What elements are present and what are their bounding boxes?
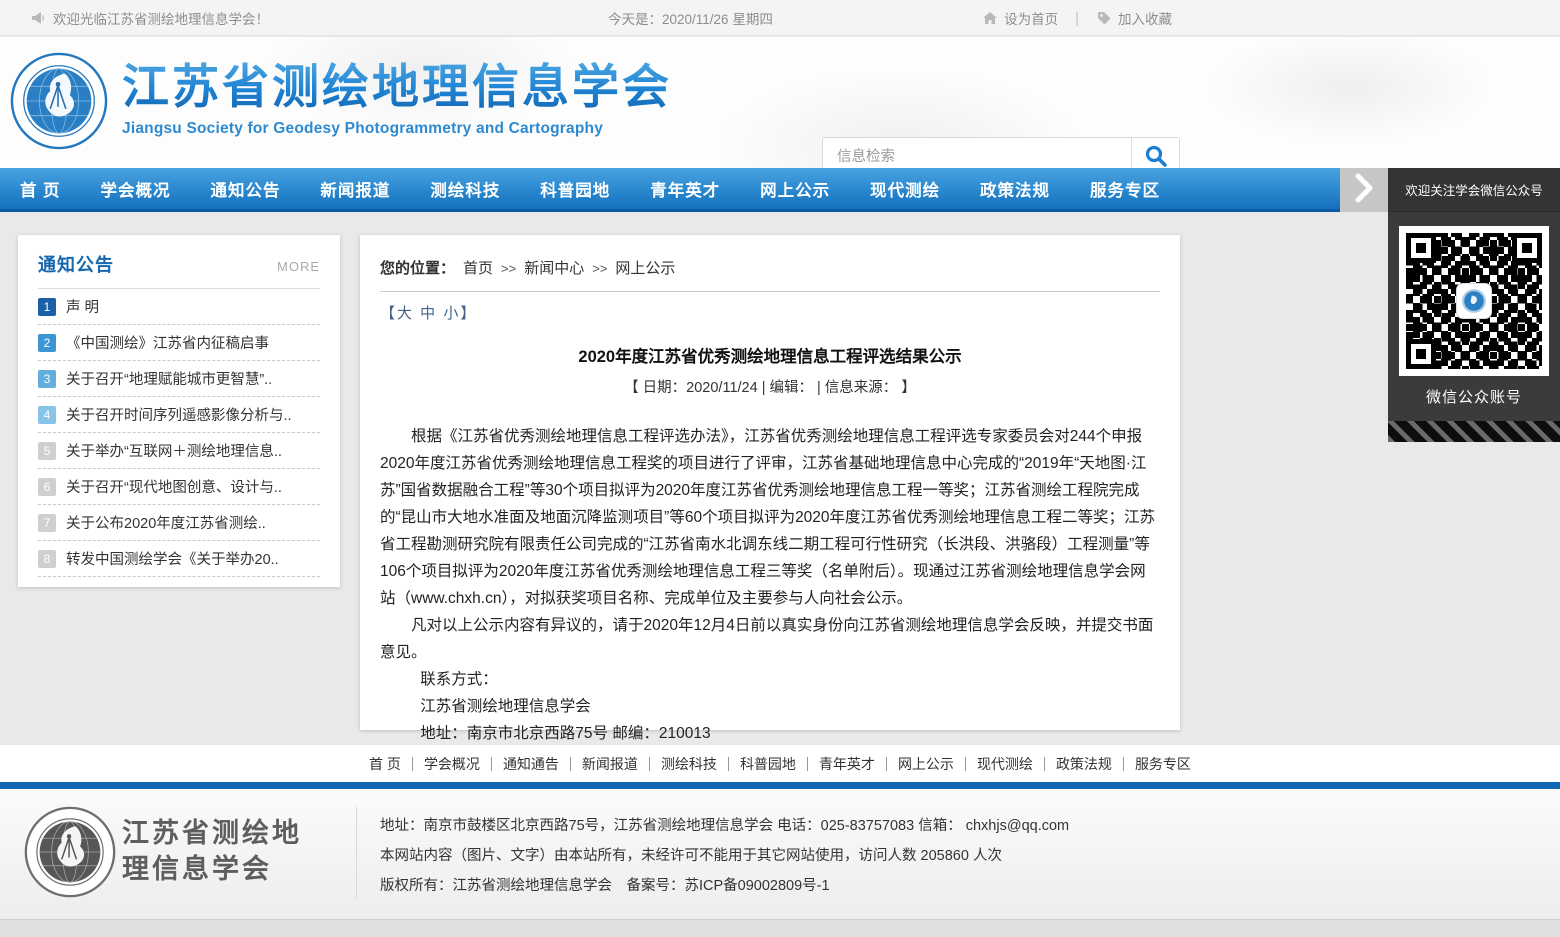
notice-rank-badge: 7 bbox=[38, 514, 56, 532]
contact-line: 江苏省测绘地理信息学会 bbox=[420, 693, 1160, 720]
nav-item-notices[interactable]: 通知公告 bbox=[210, 177, 280, 201]
footer-logo bbox=[24, 806, 116, 898]
qr-center-logo-icon bbox=[1456, 283, 1492, 319]
footer-logo-text: 江苏省测绘地 理信息学会 bbox=[122, 815, 302, 887]
notice-sidebar: 通知公告 MORE 1声 明 2《中国测绘》江苏省内征稿启事 3关于召开“地理赋… bbox=[18, 235, 340, 587]
wechat-panel-title: 欢迎关注学会微信公众号 bbox=[1388, 168, 1560, 212]
footer-divider bbox=[356, 807, 357, 899]
nav-item-modern[interactable]: 现代测绘 bbox=[870, 177, 940, 201]
footer-nav-item[interactable]: 服务专区 bbox=[1124, 757, 1202, 771]
search-icon bbox=[1144, 144, 1168, 171]
article-paragraph: 根据《江苏省优秀测绘地理信息工程评选办法》，江苏省优秀测绘地理信息工程评选专家委… bbox=[380, 423, 1160, 612]
wechat-qr-code bbox=[1399, 226, 1549, 376]
breadcrumb-label: 您的位置： bbox=[380, 260, 455, 277]
notice-item[interactable]: 2《中国测绘》江苏省内征稿启事 bbox=[38, 325, 320, 361]
nav-item-news[interactable]: 新闻报道 bbox=[320, 177, 390, 201]
footer-nav: 首 页 学会概况 通知通告 新闻报道 测绘科技 科普园地 青年英才 网上公示 现… bbox=[0, 745, 1560, 782]
notice-item[interactable]: 3关于召开“地理赋能城市更智慧”.. bbox=[38, 361, 320, 397]
bottom-strip bbox=[0, 919, 1560, 937]
breadcrumb-separator: >> bbox=[501, 261, 516, 276]
contact-line: 地址：南京市北京西路75号 邮编：210013 bbox=[420, 720, 1160, 747]
nav-item-service[interactable]: 服务专区 bbox=[1090, 177, 1160, 201]
site-header: 江苏省测绘地理信息学会 Jiangsu Society for Geodesy … bbox=[0, 37, 1560, 168]
topbar: 欢迎光临江苏省测绘地理信息学会！ 今天是：2020/11/26 星期四 设为首页… bbox=[0, 0, 1560, 36]
notice-item[interactable]: 7关于公布2020年度江苏省测绘.. bbox=[38, 505, 320, 541]
breadcrumb-newscenter-link[interactable]: 新闻中心 bbox=[524, 260, 584, 277]
tag-icon bbox=[1096, 10, 1112, 26]
notice-rank-badge: 6 bbox=[38, 478, 56, 496]
notice-rank-badge: 3 bbox=[38, 370, 56, 388]
notice-rank-badge: 4 bbox=[38, 406, 56, 424]
nav-item-science[interactable]: 科普园地 bbox=[540, 177, 610, 201]
carousel-next-button[interactable] bbox=[1340, 168, 1388, 212]
footer-nav-item[interactable]: 测绘科技 bbox=[650, 757, 729, 771]
notice-rank-badge: 1 bbox=[38, 298, 56, 316]
megaphone-icon bbox=[30, 10, 46, 26]
footer-icp-line: 版权所有：江苏省测绘地理信息学会 备案号：苏ICP备09002809号-1 bbox=[380, 871, 1069, 901]
notice-rank-badge: 8 bbox=[38, 550, 56, 568]
notice-item[interactable]: 6关于召开“现代地图创意、设计与.. bbox=[38, 469, 320, 505]
nav-item-youth[interactable]: 青年英才 bbox=[650, 177, 720, 201]
footer-nav-item[interactable]: 政策法规 bbox=[1045, 757, 1124, 771]
site-logo[interactable] bbox=[10, 52, 108, 150]
topbar-divider: | bbox=[1075, 10, 1079, 27]
article-title: 2020年度江苏省优秀测绘地理信息工程评选结果公示 bbox=[380, 343, 1160, 367]
notice-rank-badge: 2 bbox=[38, 334, 56, 352]
footer-nav-item[interactable]: 现代测绘 bbox=[966, 757, 1045, 771]
nav-item-policy[interactable]: 政策法规 bbox=[980, 177, 1050, 201]
home-icon bbox=[982, 10, 998, 26]
footer-nav-item[interactable]: 学会概况 bbox=[413, 757, 492, 771]
page: 欢迎光临江苏省测绘地理信息学会！ 今天是：2020/11/26 星期四 设为首页… bbox=[0, 0, 1560, 937]
wechat-panel: 欢迎关注学会微信公众号 微信公众账号 bbox=[1388, 168, 1560, 442]
breadcrumb-public-link[interactable]: 网上公示 bbox=[615, 260, 675, 277]
notice-item[interactable]: 5关于举办“互联网＋测绘地理信息.. bbox=[38, 433, 320, 469]
sidebar-more-link[interactable]: MORE bbox=[277, 259, 320, 274]
footer-nav-item[interactable]: 网上公示 bbox=[887, 757, 966, 771]
sidebar-title: 通知公告 bbox=[38, 251, 114, 277]
add-favorite-link[interactable]: 加入收藏 bbox=[1096, 8, 1172, 28]
notice-item[interactable]: 8转发中国测绘学会《关于举办20.. bbox=[38, 541, 320, 577]
nav-item-home[interactable]: 首 页 bbox=[20, 177, 61, 201]
nav-item-public[interactable]: 网上公示 bbox=[760, 177, 830, 201]
qr-finder-icon bbox=[1406, 339, 1436, 369]
notice-item[interactable]: 4关于召开时间序列遥感影像分析与.. bbox=[38, 397, 320, 433]
article-paragraph: 凡对以上公示内容有异议的，请于2020年12月4日前以真实身份向江苏省测绘地理信… bbox=[380, 612, 1160, 666]
stripe-decoration bbox=[1388, 421, 1560, 442]
contact-line: 联系方式： bbox=[420, 666, 1160, 693]
article-panel: 您的位置： 首页 >> 新闻中心 >> 网上公示 【大 中 小】 2020年度江苏省优秀测… bbox=[360, 235, 1180, 730]
footer-info: 地址：南京市鼓楼区北京西路75号，江苏省测绘地理信息学会 电话：025-8375… bbox=[380, 811, 1069, 901]
article-meta: 【 日期：2020/11/24 | 编辑： | 信息来源： 】 bbox=[380, 376, 1160, 397]
breadcrumb-home-link[interactable]: 首页 bbox=[463, 260, 493, 277]
site-subtitle: Jiangsu Society for Geodesy Photogrammet… bbox=[122, 120, 672, 138]
breadcrumb-divider bbox=[380, 291, 1160, 292]
font-size-controls[interactable]: 【大 中 小】 bbox=[380, 302, 1160, 323]
footer-accent-bar bbox=[0, 782, 1560, 789]
breadcrumb: 您的位置： 首页 >> 新闻中心 >> 网上公示 bbox=[380, 257, 1160, 278]
site-footer: 江苏省测绘地 理信息学会 地址：南京市鼓楼区北京西路75号，江苏省测绘地理信息学… bbox=[0, 789, 1560, 919]
notice-rank-badge: 5 bbox=[38, 442, 56, 460]
wechat-caption: 微信公众账号 bbox=[1388, 386, 1560, 407]
nav-item-tech[interactable]: 测绘科技 bbox=[430, 177, 500, 201]
set-home-link[interactable]: 设为首页 bbox=[982, 8, 1058, 28]
footer-nav-item[interactable]: 青年英才 bbox=[808, 757, 887, 771]
footer-nav-item[interactable]: 新闻报道 bbox=[571, 757, 650, 771]
breadcrumb-separator: >> bbox=[592, 261, 607, 276]
footer-address-line: 地址：南京市鼓楼区北京西路75号，江苏省测绘地理信息学会 电话：025-8375… bbox=[380, 811, 1069, 841]
chevron-right-icon bbox=[1354, 173, 1374, 208]
footer-nav-item[interactable]: 通知通告 bbox=[492, 757, 571, 771]
nav-item-about[interactable]: 学会概况 bbox=[101, 177, 171, 201]
footer-nav-item[interactable]: 科普园地 bbox=[729, 757, 808, 771]
site-title: 江苏省测绘地理信息学会 bbox=[122, 55, 672, 118]
footer-copyright-notice: 本网站内容（图片、文字）由本站所有，未经许可不能用于其它网站使用，访问人数 20… bbox=[380, 841, 1069, 871]
main-nav: 首 页 学会概况 通知公告 新闻报道 测绘科技 科普园地 青年英才 网上公示 现… bbox=[0, 168, 1340, 212]
current-date: 今天是：2020/11/26 星期四 bbox=[608, 0, 773, 36]
welcome-text: 欢迎光临江苏省测绘地理信息学会！ bbox=[53, 8, 269, 28]
notice-item[interactable]: 1声 明 bbox=[38, 289, 320, 325]
qr-finder-icon bbox=[1406, 233, 1436, 263]
footer-nav-item[interactable]: 首 页 bbox=[358, 757, 413, 771]
qr-finder-icon bbox=[1512, 233, 1542, 263]
